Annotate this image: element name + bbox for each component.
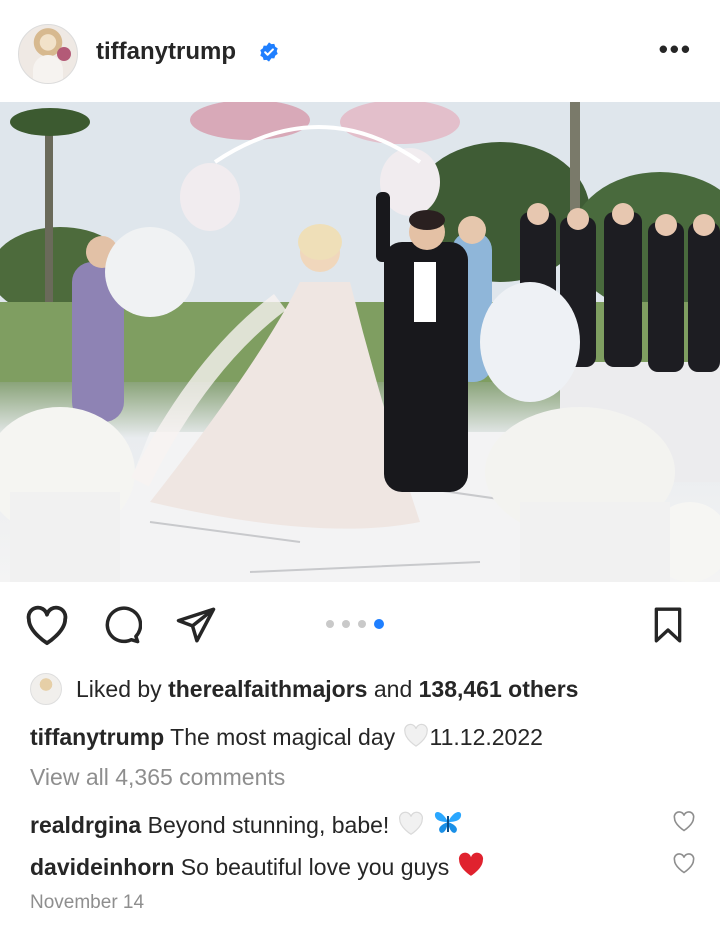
comment-username[interactable]: realdrgina	[30, 812, 141, 838]
caption-date: 11.12.2022	[429, 724, 543, 750]
view-all-comments-link[interactable]: View all 4,365 comments	[30, 764, 285, 791]
carousel-indicator	[326, 619, 384, 629]
wedding-photo	[0, 102, 720, 582]
post-timestamp: November 14	[30, 892, 145, 913]
comment-row: realdrgina Beyond stunning, babe!	[30, 808, 464, 839]
heart-icon[interactable]	[24, 604, 70, 646]
like-comment-heart-icon[interactable]	[672, 810, 696, 832]
share-icon[interactable]	[174, 604, 218, 646]
carousel-dot	[342, 620, 350, 628]
red-heart-emoji-icon	[458, 852, 483, 876]
likes-summary: Liked by therealfaithmajors and 138,461 …	[30, 672, 578, 706]
post-actions	[0, 596, 720, 652]
carousel-dot	[358, 620, 366, 628]
white-heart-emoji-icon	[398, 811, 423, 835]
liker-avatar[interactable]	[30, 673, 62, 705]
comment-text: So beautiful love you guys	[180, 854, 450, 880]
liked-by-and: and	[373, 675, 413, 702]
caption-username[interactable]: tiffanytrump	[30, 724, 164, 750]
more-options-icon[interactable]: •••	[659, 36, 692, 62]
comment-row: davideinhorn So beautiful love you guys	[30, 850, 486, 881]
white-heart-emoji-icon	[403, 723, 428, 747]
profile-avatar[interactable]	[18, 24, 78, 84]
bookmark-icon[interactable]	[648, 604, 688, 646]
butterfly-emoji-icon	[435, 812, 462, 833]
comment-username[interactable]: davideinhorn	[30, 854, 174, 880]
verified-badge-icon	[260, 42, 278, 62]
caption: tiffanytrump The most magical day 11.12.…	[30, 722, 543, 751]
caption-text: The most magical day	[170, 724, 396, 750]
likes-count[interactable]: 138,461 others	[419, 676, 579, 703]
comment-icon[interactable]	[100, 604, 142, 646]
comment-text: Beyond stunning, babe!	[147, 812, 390, 838]
carousel-dot-active	[374, 619, 384, 629]
post-photo[interactable]	[0, 102, 720, 582]
post-header: tiffanytrump •••	[0, 0, 720, 104]
like-comment-heart-icon[interactable]	[672, 852, 696, 874]
liker-username[interactable]: therealfaithmajors	[168, 676, 367, 703]
username[interactable]: tiffanytrump	[96, 38, 236, 66]
liked-by-prefix: Liked by	[76, 675, 162, 702]
carousel-dot	[326, 620, 334, 628]
